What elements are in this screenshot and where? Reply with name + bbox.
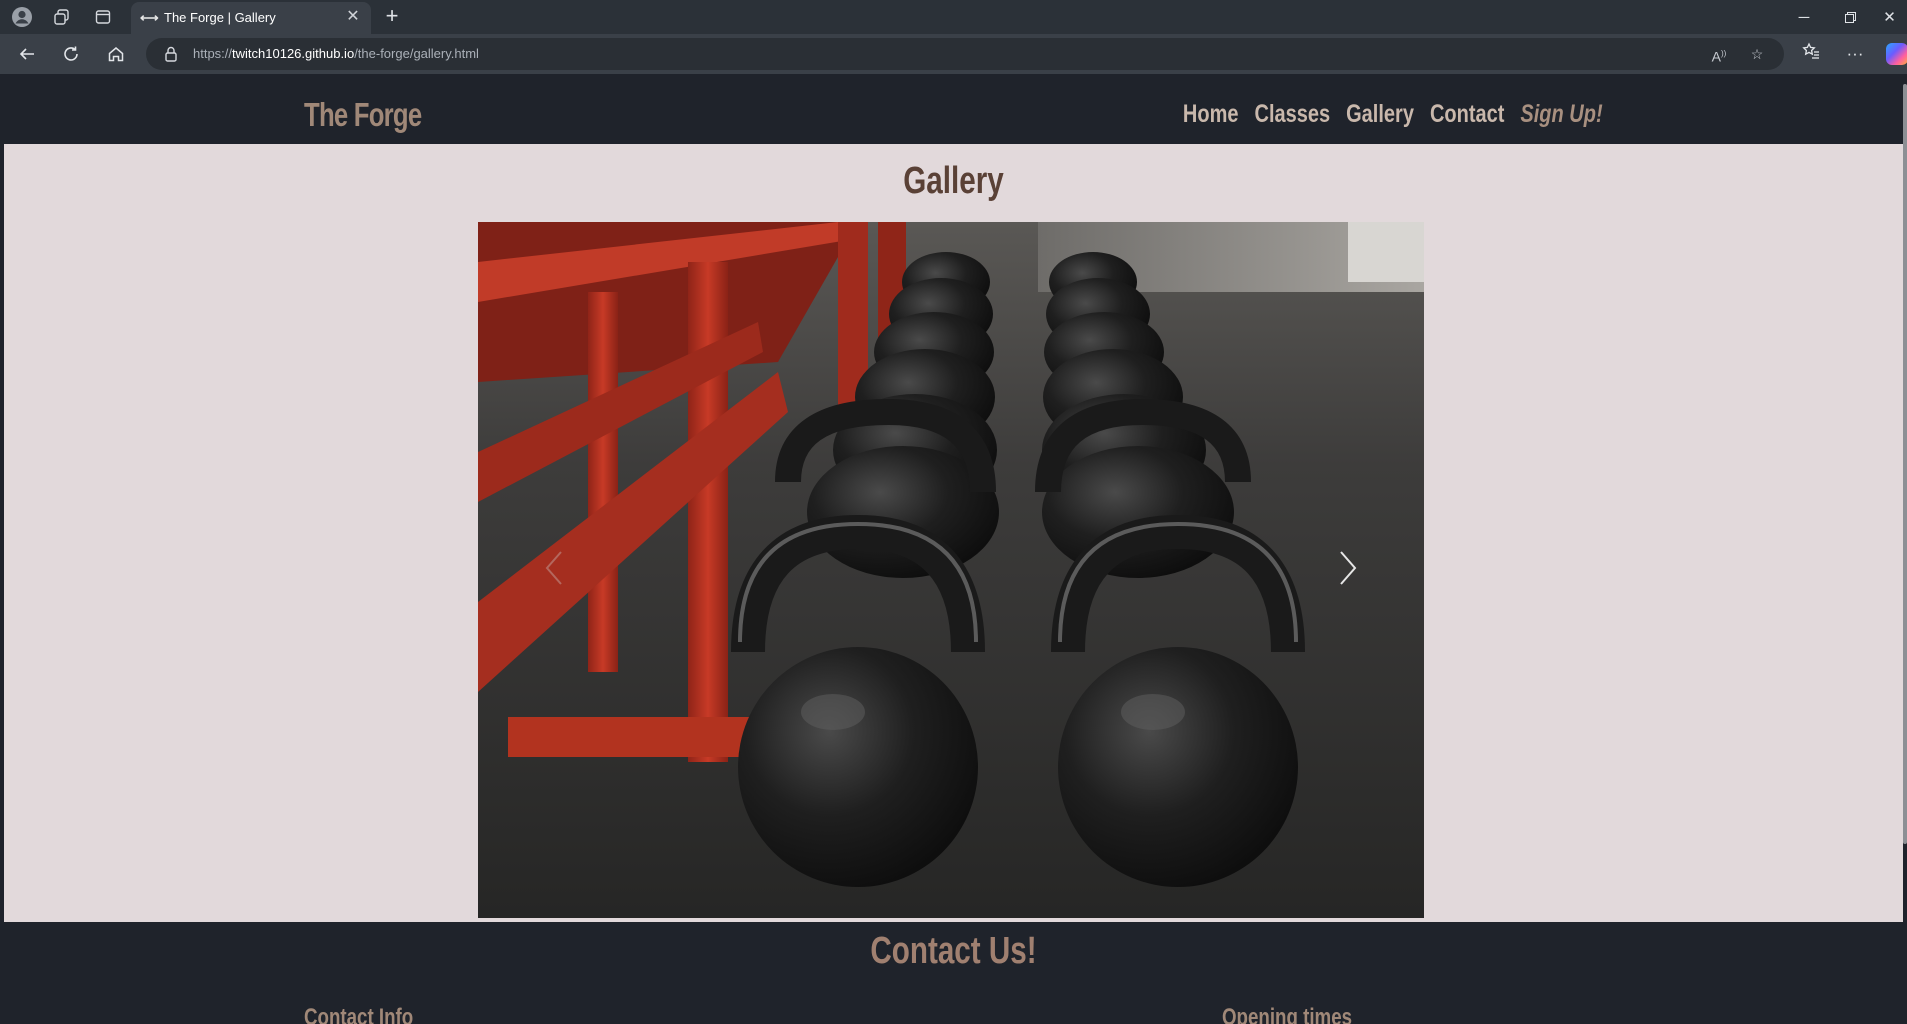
page-title: Gallery bbox=[903, 160, 1004, 202]
restore-icon[interactable] bbox=[1827, 0, 1873, 34]
gallery-section: Gallery bbox=[4, 144, 1903, 922]
copilot-icon[interactable] bbox=[1886, 43, 1907, 65]
more-menu-icon[interactable]: ··· bbox=[1841, 42, 1869, 66]
address-bar[interactable]: https://twitch10126.github.io/the-forge/… bbox=[146, 38, 1784, 70]
tab-title: The Forge | Gallery bbox=[164, 10, 276, 25]
reload-icon[interactable] bbox=[55, 39, 87, 69]
tab-actions-icon[interactable] bbox=[86, 5, 120, 29]
contact-footer: Contact Us! Contact Info Opening times bbox=[4, 922, 1903, 1024]
site-nav: Home Classes Gallery Contact Sign Up! bbox=[1167, 100, 1603, 129]
workspaces-icon[interactable] bbox=[45, 5, 79, 29]
browser-toolbar: https://twitch10126.github.io/the-forge/… bbox=[0, 34, 1907, 74]
close-tab-icon[interactable]: ✕ bbox=[343, 7, 363, 27]
page-viewport: The Forge Home Classes Gallery Contact S… bbox=[4, 74, 1903, 1024]
profile-icon[interactable] bbox=[5, 5, 39, 29]
new-tab-button[interactable]: + bbox=[378, 4, 406, 30]
scrollbar-thumb[interactable] bbox=[1903, 84, 1907, 844]
contact-info-heading: Contact Info bbox=[304, 1004, 414, 1024]
tab-the-forge-gallery[interactable]: ⟷ The Forge | Gallery ✕ bbox=[131, 2, 371, 34]
nav-classes-link[interactable]: Classes bbox=[1255, 100, 1331, 129]
site-header: The Forge Home Classes Gallery Contact S… bbox=[4, 74, 1903, 144]
opening-times-heading: Opening times bbox=[1222, 1004, 1353, 1024]
home-icon[interactable] bbox=[100, 39, 132, 69]
page-scrollbar[interactable] bbox=[1903, 74, 1907, 1024]
close-window-icon[interactable]: ✕ bbox=[1872, 0, 1907, 34]
favorite-star-icon[interactable]: ☆ bbox=[1746, 44, 1768, 64]
favorites-icon[interactable] bbox=[1797, 42, 1825, 66]
nav-contact-link[interactable]: Contact bbox=[1430, 100, 1504, 129]
gallery-carousel[interactable] bbox=[478, 222, 1424, 918]
lock-icon[interactable] bbox=[162, 45, 180, 63]
url-text: https://twitch10126.github.io/the-forge/… bbox=[193, 46, 479, 61]
carousel-next-icon[interactable] bbox=[1328, 538, 1368, 598]
nav-gallery-link[interactable]: Gallery bbox=[1347, 100, 1415, 129]
dumbbell-icon: ⟷ bbox=[140, 10, 159, 25]
nav-home-link[interactable]: Home bbox=[1183, 100, 1239, 129]
nav-signup-link[interactable]: Sign Up! bbox=[1521, 100, 1603, 129]
footer-title: Contact Us! bbox=[870, 930, 1037, 972]
back-icon[interactable] bbox=[11, 39, 43, 69]
read-aloud-icon[interactable]: A)) bbox=[1708, 44, 1730, 65]
kettlebells-photo bbox=[478, 222, 1424, 918]
browser-tab-bar: ⟷ The Forge | Gallery ✕ + ─ ✕ bbox=[0, 0, 1907, 34]
carousel-prev-icon[interactable] bbox=[534, 538, 574, 598]
minimize-icon[interactable]: ─ bbox=[1781, 0, 1827, 34]
site-logo[interactable]: The Forge bbox=[304, 96, 422, 134]
